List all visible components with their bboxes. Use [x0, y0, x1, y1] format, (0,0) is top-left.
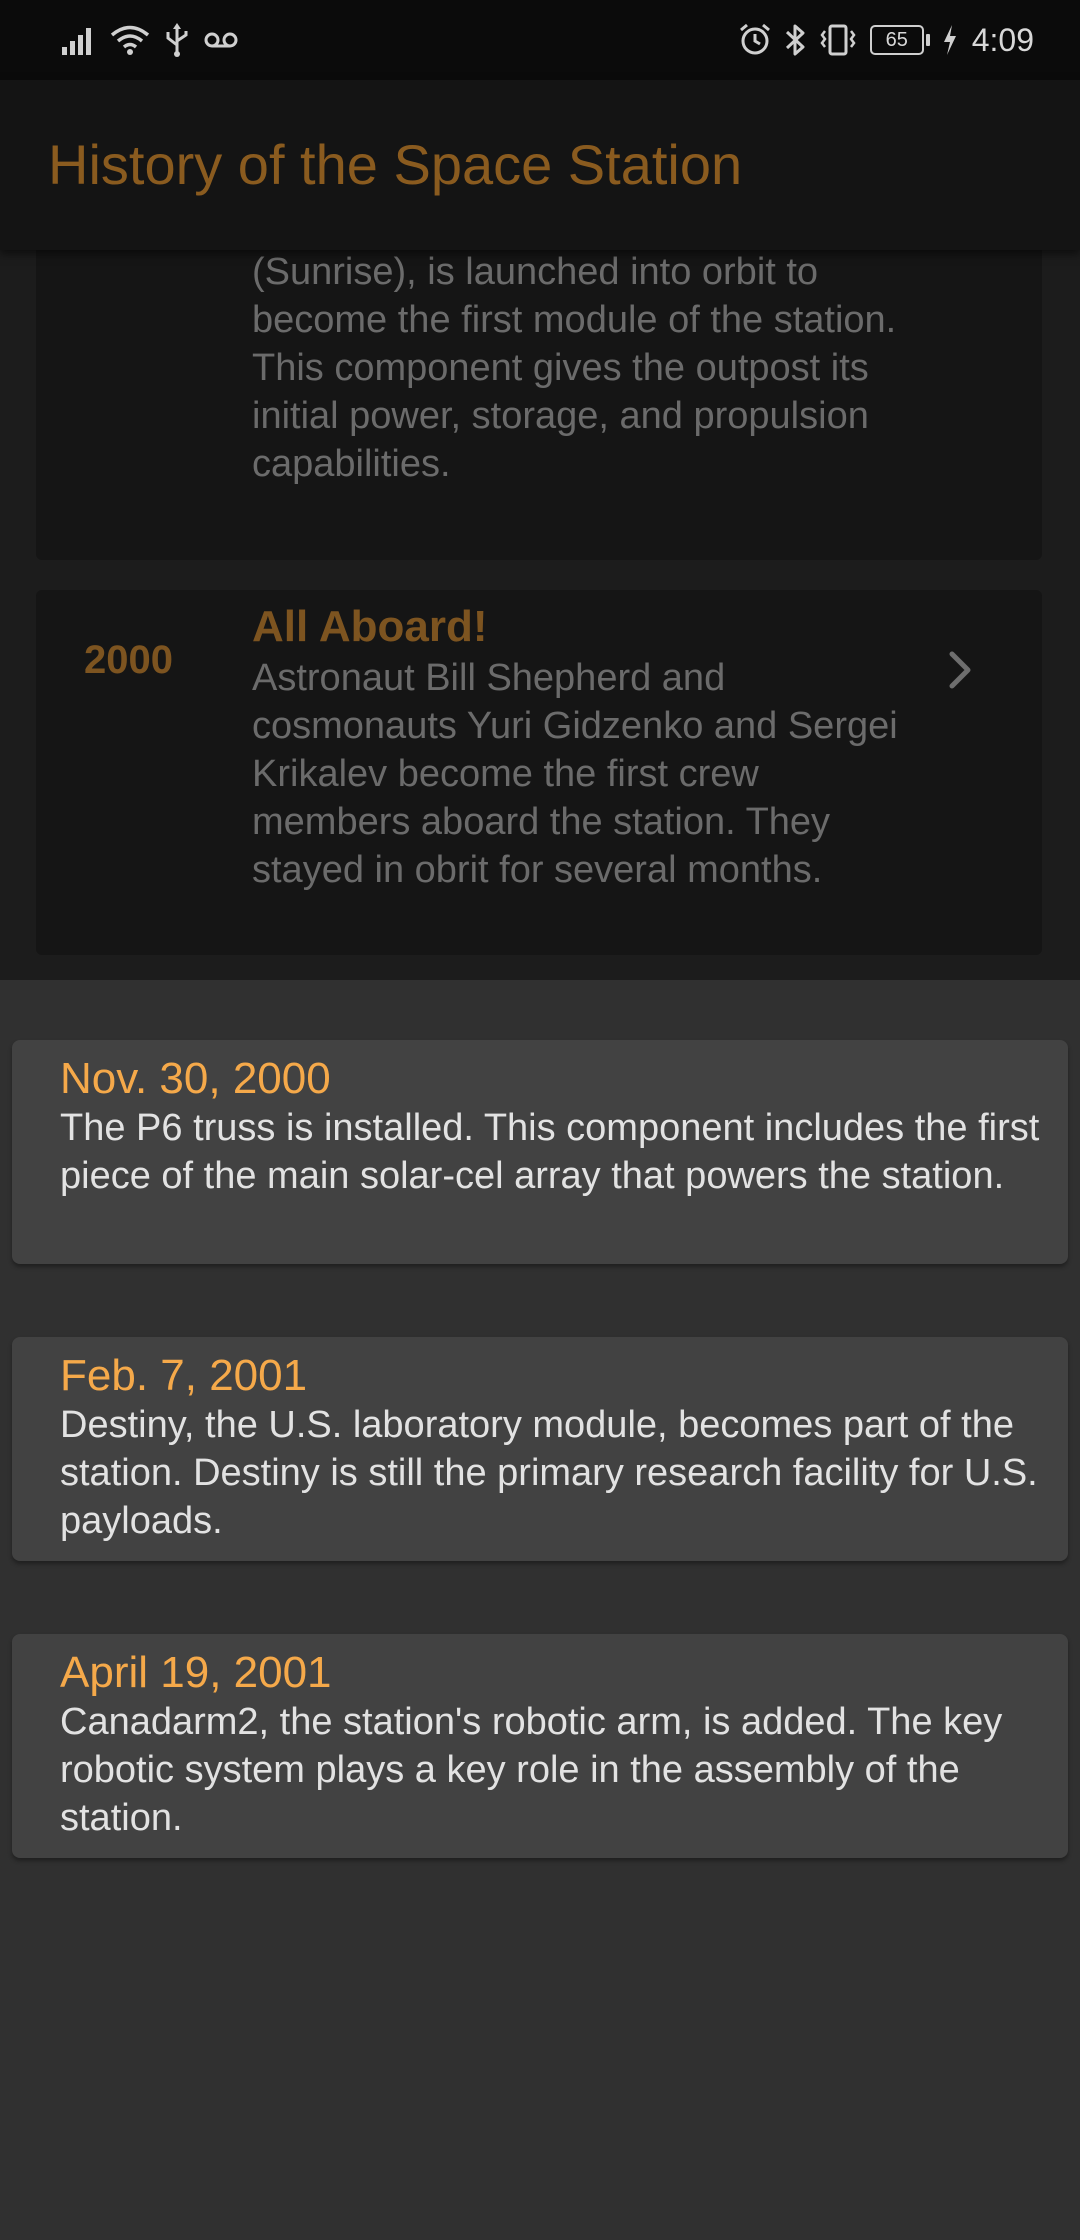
- voicemail-icon: [204, 30, 238, 50]
- bluetooth-icon: [784, 23, 806, 57]
- timeline-card-year: 2000: [84, 638, 173, 682]
- event-date: April 19, 2001: [60, 1648, 332, 1697]
- event-date: Nov. 30, 2000: [60, 1054, 331, 1103]
- event-description: Destiny, the U.S. laboratory module, bec…: [60, 1404, 1038, 1542]
- wifi-icon: [110, 24, 150, 56]
- app-bar: History of the Space Station: [0, 80, 1080, 250]
- screen: Cargo Block, known as Zarya (Sunrise), i…: [0, 0, 1080, 2240]
- dimmed-timeline-page[interactable]: Cargo Block, known as Zarya (Sunrise), i…: [0, 0, 1080, 980]
- usb-icon: [164, 23, 190, 57]
- chevron-right-icon[interactable]: [946, 650, 974, 695]
- page-title: History of the Space Station: [48, 133, 743, 196]
- alarm-icon: [738, 23, 772, 57]
- timeline-card-description: Astronaut Bill Shepherd and cosmonauts Y…: [252, 657, 898, 891]
- timeline-card-zarya[interactable]: Cargo Block, known as Zarya (Sunrise), i…: [36, 203, 1042, 560]
- timeline-card-headline: All Aboard!: [252, 602, 488, 651]
- event-description: Canadarm2, the station's robotic arm, is…: [60, 1701, 1003, 1839]
- charging-icon: [942, 25, 958, 55]
- timeline-card-2000[interactable]: 2000 All Aboard! Astronaut Bill Shepherd…: [36, 590, 1042, 955]
- status-bar: 65 4:09: [0, 0, 1080, 80]
- event-card[interactable]: Feb. 7, 2001 Destiny, the U.S. laborator…: [12, 1337, 1068, 1561]
- event-date: Feb. 7, 2001: [60, 1351, 308, 1400]
- vibrate-icon: [818, 23, 858, 57]
- event-card[interactable]: April 19, 2001 Canadarm2, the station's …: [12, 1634, 1068, 1858]
- battery-icon: 65: [869, 25, 930, 55]
- event-description: The P6 truss is installed. This componen…: [60, 1107, 1040, 1197]
- battery-level: 65: [869, 25, 924, 55]
- event-card[interactable]: Nov. 30, 2000 The P6 truss is installed.…: [12, 1040, 1068, 1264]
- status-time: 4:09: [971, 21, 1034, 58]
- signal-icon: [62, 25, 96, 55]
